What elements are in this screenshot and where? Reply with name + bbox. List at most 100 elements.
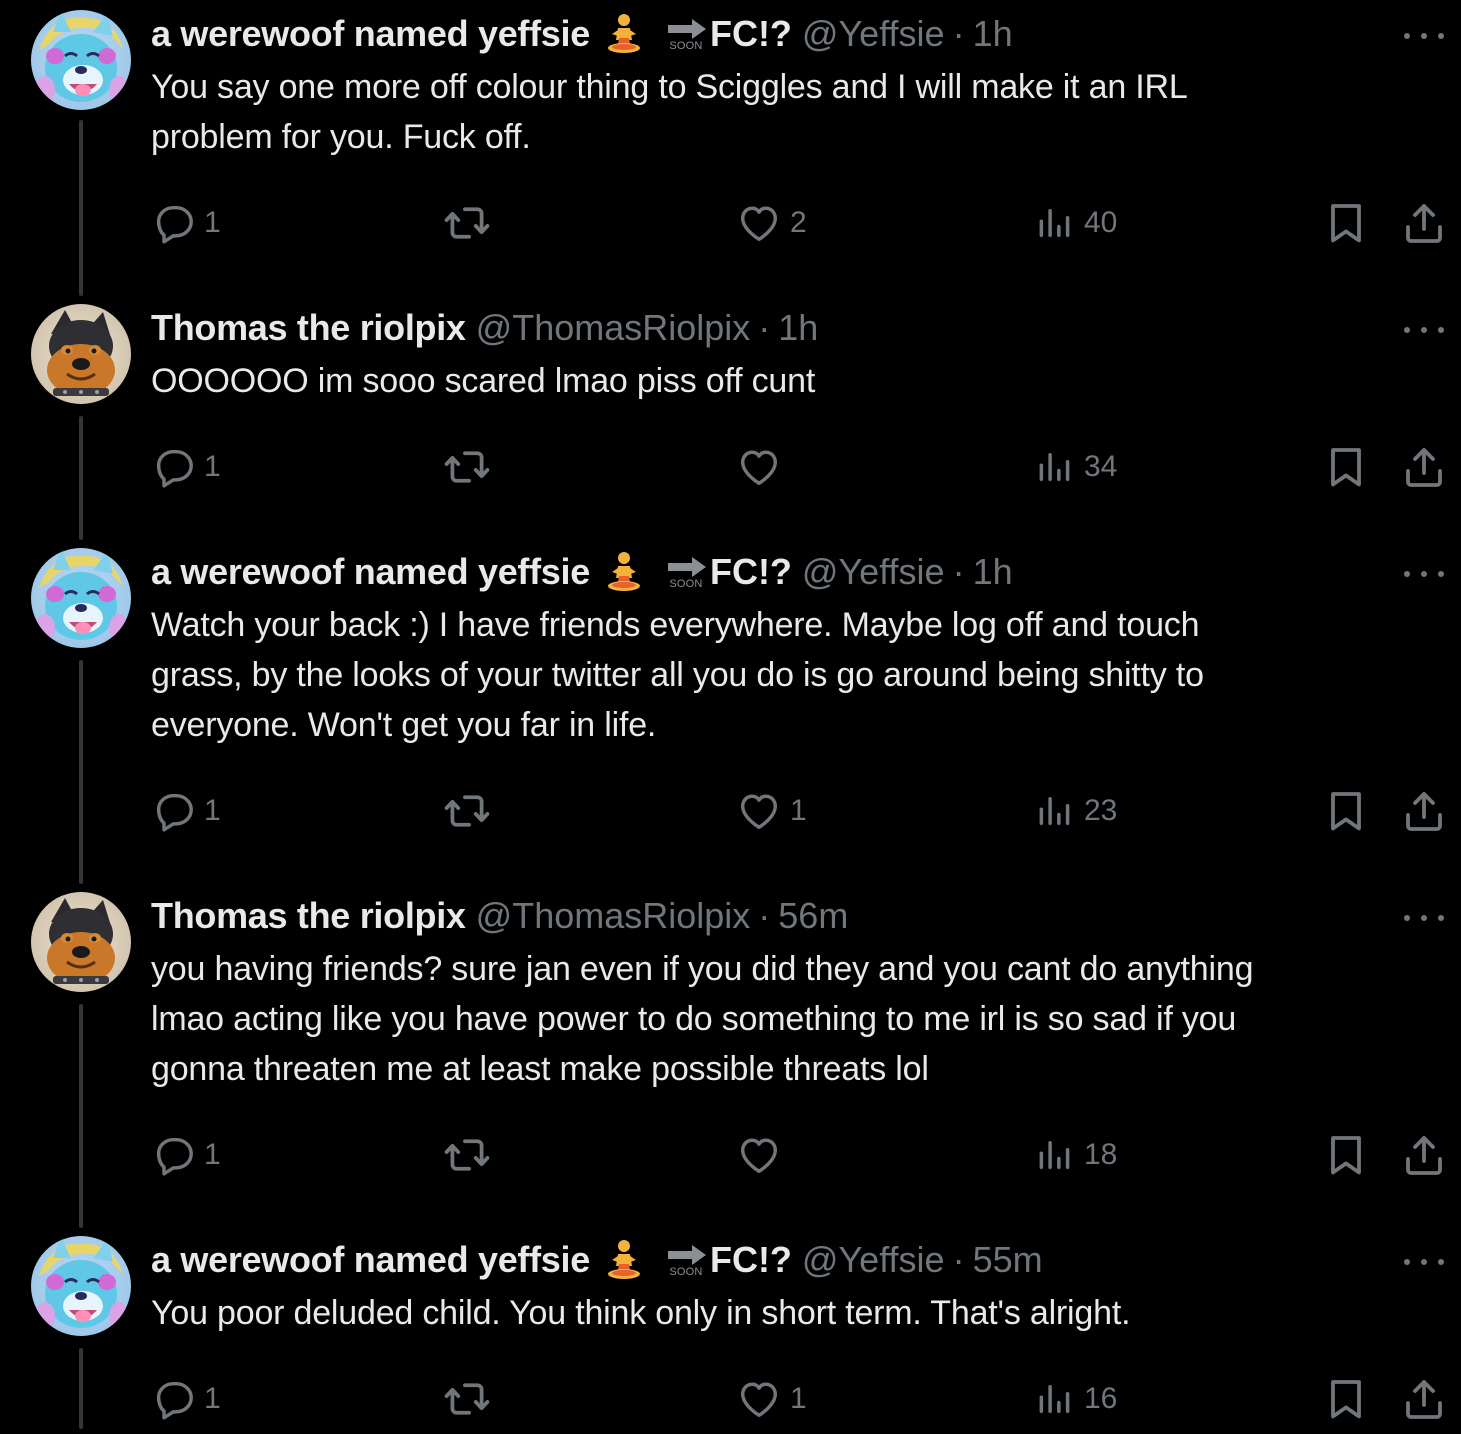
- reply-button[interactable]: 1: [150, 1130, 221, 1180]
- bookmark-icon: [1322, 199, 1370, 247]
- timestamp[interactable]: 1h: [778, 306, 818, 350]
- display-name[interactable]: a werewoof named yeffsie: [151, 1238, 590, 1282]
- timestamp[interactable]: 56m: [778, 894, 848, 938]
- tweet[interactable]: Thomas the riolpix @ThomasRiolpix · 56m you …: [0, 882, 1461, 1190]
- thread-connector-line: [79, 1348, 83, 1429]
- share-button[interactable]: [1400, 442, 1448, 492]
- bookmark-button[interactable]: [1322, 442, 1370, 492]
- tweet-text: Watch your back :) I have friends everyw…: [151, 606, 1204, 744]
- thread-connector-line: [79, 1004, 83, 1228]
- display-name-suffix[interactable]: FC!?: [710, 550, 792, 594]
- share-icon: [1400, 787, 1448, 835]
- views-count: 40: [1084, 206, 1118, 239]
- separator-dot: ·: [952, 1239, 965, 1280]
- thread-connector-line: [79, 660, 83, 884]
- timestamp[interactable]: 1h: [973, 12, 1013, 56]
- like-button[interactable]: 2: [736, 198, 807, 248]
- avatar-thomas[interactable]: [31, 892, 131, 992]
- bookmark-button[interactable]: [1322, 198, 1370, 248]
- lotus-position-emoji-icon: [602, 1238, 646, 1282]
- share-button[interactable]: [1400, 786, 1448, 836]
- retweet-button[interactable]: [442, 786, 492, 836]
- views-chart-icon: [1034, 1378, 1076, 1420]
- more-options-icon[interactable]: [1404, 26, 1444, 46]
- more-options-icon[interactable]: [1404, 908, 1444, 928]
- views-chart-icon: [1034, 446, 1076, 488]
- share-button[interactable]: [1400, 1374, 1448, 1424]
- user-handle[interactable]: @Yeffsie: [802, 550, 945, 594]
- views-button[interactable]: 40: [1034, 198, 1117, 248]
- replies-count: 1: [204, 1138, 221, 1171]
- retweet-button[interactable]: [442, 1130, 492, 1180]
- bookmark-button[interactable]: [1322, 1374, 1370, 1424]
- thread-connector-line: [79, 416, 83, 540]
- reply-icon: [150, 200, 196, 246]
- likes-count: 1: [790, 794, 807, 827]
- more-options-icon[interactable]: [1404, 564, 1444, 584]
- bookmark-button[interactable]: [1322, 786, 1370, 836]
- user-handle[interactable]: @ThomasRiolpix: [476, 306, 751, 350]
- views-button[interactable]: 23: [1034, 786, 1117, 836]
- avatar-yeffsie[interactable]: [31, 10, 131, 110]
- more-options-icon[interactable]: [1404, 320, 1444, 340]
- tweet-text: You say one more off colour thing to Sci…: [151, 68, 1188, 156]
- soon-arrow-emoji-icon: SOON: [664, 1238, 708, 1282]
- views-button[interactable]: 16: [1034, 1374, 1117, 1424]
- reply-button[interactable]: 1: [150, 1374, 221, 1424]
- reply-button[interactable]: 1: [150, 786, 221, 836]
- timestamp[interactable]: 55m: [973, 1238, 1043, 1282]
- avatar-column: [31, 304, 131, 404]
- views-chart-icon: [1034, 790, 1076, 832]
- views-count: 34: [1084, 450, 1118, 483]
- reply-icon: [150, 788, 196, 834]
- reply-icon: [150, 1376, 196, 1422]
- user-handle[interactable]: @ThomasRiolpix: [476, 894, 751, 938]
- retweet-button[interactable]: [442, 198, 492, 248]
- share-button[interactable]: [1400, 1130, 1448, 1180]
- display-name-suffix[interactable]: FC!?: [710, 1238, 792, 1282]
- avatar-column: [31, 1236, 131, 1336]
- views-chart-icon: [1034, 202, 1076, 244]
- share-icon: [1400, 199, 1448, 247]
- heart-icon: [736, 444, 782, 490]
- display-name[interactable]: Thomas the riolpix: [151, 894, 466, 938]
- replies-count: 1: [204, 450, 221, 483]
- views-count: 18: [1084, 1138, 1118, 1171]
- avatar-yeffsie[interactable]: [31, 1236, 131, 1336]
- separator-dot: ·: [758, 307, 771, 348]
- tweet-header: a werewoof named yeffsie SOON FC!? @Yeffsie…: [151, 550, 1013, 594]
- avatar-thomas[interactable]: [31, 304, 131, 404]
- retweet-button[interactable]: [442, 442, 492, 492]
- tweet[interactable]: a werewoof named yeffsie SOON FC!? @Yeffsie…: [0, 1226, 1461, 1434]
- views-button[interactable]: 18: [1034, 1130, 1117, 1180]
- share-button[interactable]: [1400, 198, 1448, 248]
- tweet[interactable]: a werewoof named yeffsie SOON FC!? @Yeffsie…: [0, 538, 1461, 846]
- separator-dot: ·: [952, 13, 965, 54]
- soon-badge-label: SOON: [669, 40, 703, 52]
- avatar-column: [31, 892, 131, 992]
- reply-button[interactable]: 1: [150, 198, 221, 248]
- bookmark-icon: [1322, 787, 1370, 835]
- like-button[interactable]: [736, 442, 782, 492]
- like-button[interactable]: 1: [736, 786, 807, 836]
- bookmark-button[interactable]: [1322, 1130, 1370, 1180]
- timestamp[interactable]: 1h: [973, 550, 1013, 594]
- tweet-header: Thomas the riolpix @ThomasRiolpix · 56m: [151, 894, 848, 938]
- retweet-button[interactable]: [442, 1374, 492, 1424]
- display-name[interactable]: a werewoof named yeffsie: [151, 12, 590, 56]
- user-handle[interactable]: @Yeffsie: [802, 1238, 945, 1282]
- views-button[interactable]: 34: [1034, 442, 1117, 492]
- like-button[interactable]: 1: [736, 1374, 807, 1424]
- more-options-icon[interactable]: [1404, 1252, 1444, 1272]
- reply-button[interactable]: 1: [150, 442, 221, 492]
- avatar-column: [31, 10, 131, 110]
- tweet[interactable]: Thomas the riolpix @ThomasRiolpix · 1h OOOOO…: [0, 294, 1461, 502]
- like-button[interactable]: [736, 1130, 782, 1180]
- display-name-suffix[interactable]: FC!?: [710, 12, 792, 56]
- avatar-yeffsie[interactable]: [31, 548, 131, 648]
- user-handle[interactable]: @Yeffsie: [802, 12, 945, 56]
- display-name[interactable]: Thomas the riolpix: [151, 306, 466, 350]
- display-name[interactable]: a werewoof named yeffsie: [151, 550, 590, 594]
- bookmark-icon: [1322, 443, 1370, 491]
- tweet[interactable]: a werewoof named yeffsie SOON FC!? @Yeffsie…: [0, 0, 1461, 258]
